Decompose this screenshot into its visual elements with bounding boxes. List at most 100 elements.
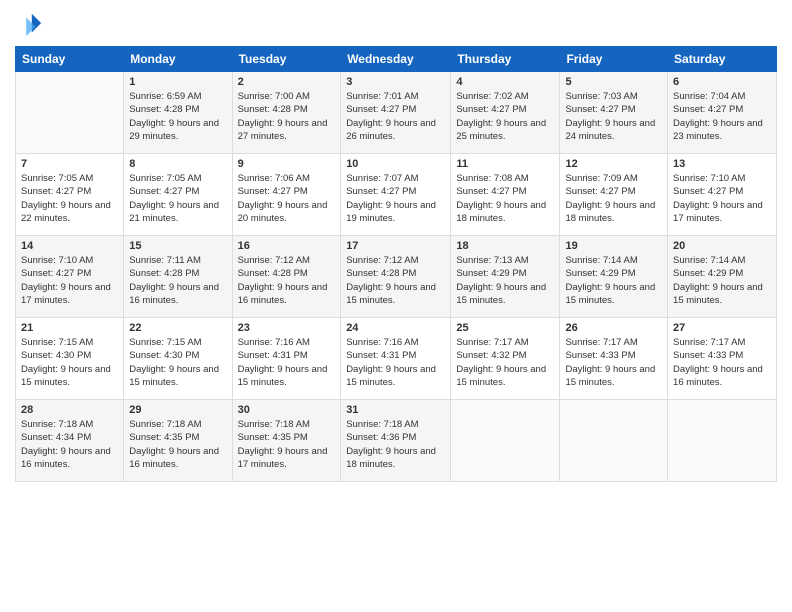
daylight: Daylight: 9 hours and 15 minutes. [456, 282, 546, 306]
sunrise: Sunrise: 6:59 AM [129, 91, 201, 102]
sunrise: Sunrise: 7:14 AM [565, 255, 637, 266]
calendar-day-cell: 10Sunrise: 7:07 AMSunset: 4:27 PMDayligh… [341, 154, 451, 236]
calendar-week-row: 7Sunrise: 7:05 AMSunset: 4:27 PMDaylight… [16, 154, 777, 236]
calendar-day-cell: 16Sunrise: 7:12 AMSunset: 4:28 PMDayligh… [232, 236, 341, 318]
sunrise: Sunrise: 7:05 AM [129, 173, 201, 184]
day-number: 31 [346, 404, 445, 416]
sunrise: Sunrise: 7:12 AM [238, 255, 310, 266]
day-number: 21 [21, 322, 118, 334]
sunset: Sunset: 4:28 PM [346, 268, 416, 279]
day-number: 28 [21, 404, 118, 416]
day-info: Sunrise: 7:11 AMSunset: 4:28 PMDaylight:… [129, 254, 226, 307]
daylight: Daylight: 9 hours and 18 minutes. [456, 200, 546, 224]
day-number: 17 [346, 240, 445, 252]
day-number: 12 [565, 158, 662, 170]
day-number: 14 [21, 240, 118, 252]
sunrise: Sunrise: 7:18 AM [129, 419, 201, 430]
day-number: 6 [673, 76, 771, 88]
calendar-day-cell: 17 Sunrise: 7:12 AMSunset: 4:28 PMDayligh… [341, 236, 451, 318]
calendar-day-cell: 19Sunrise: 7:14 AMSunset: 4:29 PMDayligh… [560, 236, 668, 318]
sunset: Sunset: 4:27 PM [456, 186, 526, 197]
day-number: 16 [238, 240, 336, 252]
calendar-day-cell: 31 Sunrise: 7:18 AMSunset: 4:36 PMDayligh… [341, 400, 451, 482]
calendar-day-cell: 30Sunrise: 7:18 AMSunset: 4:35 PMDayligh… [232, 400, 341, 482]
day-info: Sunrise: 7:09 AMSunset: 4:27 PMDaylight:… [565, 172, 662, 225]
calendar-day-cell: 14Sunrise: 7:10 AMSunset: 4:27 PMDayligh… [16, 236, 124, 318]
day-info: Sunrise: 7:03 AMSunset: 4:27 PMDaylight:… [565, 90, 662, 143]
day-info: Sunrise: 7:00 AMSunset: 4:28 PMDaylight:… [238, 90, 336, 143]
day-info: Sunrise: 7:08 AM Sunset: 4:27 PM Daylight:… [456, 172, 554, 225]
sunset: Sunset: 4:35 PM [238, 432, 308, 443]
calendar-day-cell [668, 400, 777, 482]
day-info: Sunrise: 7:15 AMSunset: 4:30 PMDaylight:… [21, 336, 118, 389]
calendar-day-cell: 29 Sunrise: 7:18 AMSunset: 4:35 PMDayligh… [124, 400, 232, 482]
sunrise: Sunrise: 7:02 AM [456, 91, 528, 102]
sunrise: Sunrise: 7:14 AM [673, 255, 745, 266]
day-of-week-header: Friday [560, 47, 668, 72]
calendar-day-cell: 24 Sunrise: 7:16 AMSunset: 4:31 PMDayligh… [341, 318, 451, 400]
day-number: 9 [238, 158, 336, 170]
day-info: Sunrise: 7:18 AMSunset: 4:35 PMDaylight:… [129, 418, 226, 471]
sunrise: Sunrise: 7:17 AM [673, 337, 745, 348]
daylight: Daylight: 9 hours and 18 minutes. [346, 446, 436, 470]
day-info: Sunrise: 7:05 AMSunset: 4:27 PMDaylight:… [129, 172, 226, 225]
day-info: Sunrise: 7:13 AMSunset: 4:29 PMDaylight:… [456, 254, 554, 307]
calendar-day-cell: 27 Sunrise: 7:17 AM Sunset: 4:33 PM Dayligh… [668, 318, 777, 400]
calendar-day-cell: 12 Sunrise: 7:09 AMSunset: 4:27 PMDayligh… [560, 154, 668, 236]
day-number: 23 [238, 322, 336, 334]
day-number: 24 [346, 322, 445, 334]
day-info: Sunrise: 7:04 AMSunset: 4:27 PMDaylight:… [673, 90, 771, 143]
sunset: Sunset: 4:31 PM [346, 350, 416, 361]
day-number: 3 [346, 76, 445, 88]
calendar-day-cell: 1Sunrise: 6:59 AMSunset: 4:28 PMDaylight… [124, 72, 232, 154]
calendar-week-row: 28Sunrise: 7:18 AMSunset: 4:34 PMDayligh… [16, 400, 777, 482]
sunrise: Sunrise: 7:08 AM [456, 173, 528, 184]
day-info: Sunrise: 7:01 AMSunset: 4:27 PMDaylight:… [346, 90, 445, 143]
sunset: Sunset: 4:28 PM [238, 104, 308, 115]
sunset: Sunset: 4:27 PM [21, 186, 91, 197]
sunset: Sunset: 4:27 PM [673, 104, 743, 115]
daylight: Daylight: 9 hours and 19 minutes. [346, 200, 436, 224]
calendar-body: 1Sunrise: 6:59 AMSunset: 4:28 PMDaylight… [16, 72, 777, 482]
daylight: Daylight: 9 hours and 16 minutes. [238, 282, 328, 306]
sunset: Sunset: 4:27 PM [21, 268, 91, 279]
daylight: Daylight: 9 hours and 24 minutes. [565, 118, 655, 142]
day-info: Sunrise: 7:16 AMSunset: 4:31 PMDaylight:… [346, 336, 445, 389]
logo [15, 10, 47, 38]
day-number: 27 [673, 322, 771, 334]
daylight: Daylight: 9 hours and 15 minutes. [238, 364, 328, 388]
day-info: Sunrise: 7:14 AMSunset: 4:29 PMDaylight:… [565, 254, 662, 307]
sunset: Sunset: 4:27 PM [456, 104, 526, 115]
days-of-week-row: SundayMondayTuesdayWednesdayThursdayFrid… [16, 47, 777, 72]
daylight: Daylight: 9 hours and 15 minutes. [21, 364, 111, 388]
sunrise: Sunrise: 7:17 AM [456, 337, 528, 348]
day-of-week-header: Tuesday [232, 47, 341, 72]
sunset: Sunset: 4:33 PM [673, 350, 743, 361]
calendar-day-cell: 26Sunrise: 7:17 AMSunset: 4:33 PMDayligh… [560, 318, 668, 400]
day-number: 19 [565, 240, 662, 252]
calendar-day-cell: 22Sunrise: 7:15 AMSunset: 4:30 PMDayligh… [124, 318, 232, 400]
daylight: Daylight: 9 hours and 18 minutes. [565, 200, 655, 224]
daylight: Daylight: 9 hours and 16 minutes. [673, 364, 763, 388]
day-of-week-header: Thursday [451, 47, 560, 72]
day-info: Sunrise: 7:18 AMSunset: 4:34 PMDaylight:… [21, 418, 118, 471]
daylight: Daylight: 9 hours and 23 minutes. [673, 118, 763, 142]
day-number: 7 [21, 158, 118, 170]
day-info: Sunrise: 7:14 AMSunset: 4:29 PMDaylight:… [673, 254, 771, 307]
sunrise: Sunrise: 7:00 AM [238, 91, 310, 102]
day-number: 29 [129, 404, 226, 416]
sunrise: Sunrise: 7:15 AM [21, 337, 93, 348]
sunset: Sunset: 4:34 PM [21, 432, 91, 443]
day-info: Sunrise: 7:18 AMSunset: 4:36 PMDaylight:… [346, 418, 445, 471]
day-info: Sunrise: 7:12 AMSunset: 4:28 PMDaylight:… [346, 254, 445, 307]
calendar-day-cell: 15Sunrise: 7:11 AMSunset: 4:28 PMDayligh… [124, 236, 232, 318]
daylight: Daylight: 9 hours and 20 minutes. [238, 200, 328, 224]
sunset: Sunset: 4:29 PM [565, 268, 635, 279]
calendar-day-cell: 11 Sunrise: 7:08 AM Sunset: 4:27 PM Dayligh… [451, 154, 560, 236]
sunset: Sunset: 4:27 PM [346, 186, 416, 197]
calendar-day-cell [451, 400, 560, 482]
sunset: Sunset: 4:27 PM [346, 104, 416, 115]
sunset: Sunset: 4:27 PM [565, 104, 635, 115]
day-number: 11 [456, 158, 554, 170]
sunrise: Sunrise: 7:10 AM [21, 255, 93, 266]
